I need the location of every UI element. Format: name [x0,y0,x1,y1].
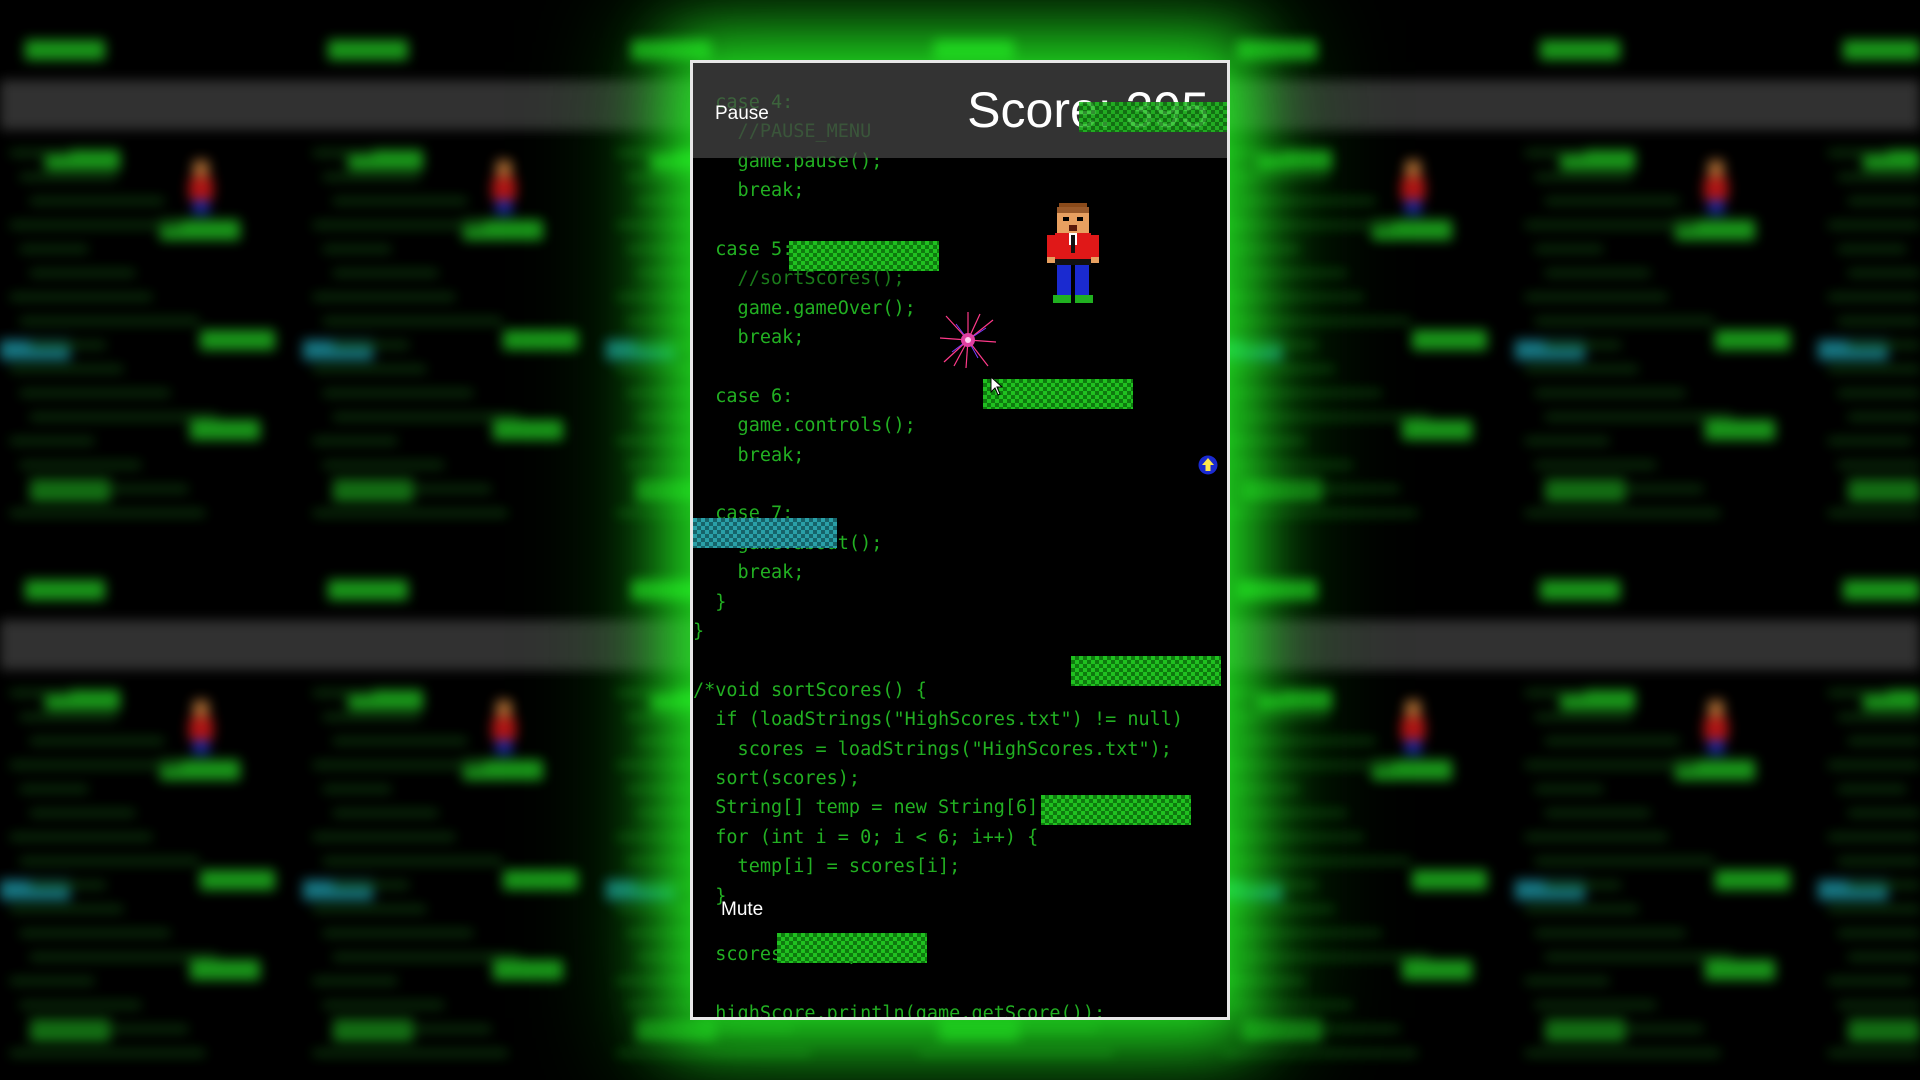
code-line: highScore.println(game.getScore()); [693,1003,1106,1020]
background-tile [0,540,303,1080]
code-line: if (loadStrings("HighScores.txt") != nul… [693,709,1184,731]
code-line: break; [693,562,805,584]
background-tile [0,0,303,540]
code-line: break; [693,444,805,466]
code-background: case 4: //PAUSE_MENU game.pause(); break… [693,88,1184,1020]
code-line: temp[i] = scores[i]; [693,856,961,878]
background-tile [1818,0,1920,540]
background-tile [1515,0,1818,540]
platform-cyan [693,518,837,548]
spark-burst-icon [939,312,997,369]
code-line: } [693,591,727,613]
platform [1041,795,1191,825]
code-line: sort(scores); [693,767,861,789]
boy-character-icon [1047,203,1099,303]
pause-button[interactable]: Pause [715,103,769,125]
platform [1079,102,1227,132]
background-tile [1818,540,1920,1080]
background-tile [1515,540,1818,1080]
background-tile [1212,0,1515,540]
background-tile [303,0,606,540]
up-arrow-powerup-icon [1198,455,1218,475]
platform [777,933,927,963]
code-line: break; [693,180,805,202]
platform [789,241,939,271]
platform [1071,656,1221,686]
background-tile [1212,540,1515,1080]
game-frame[interactable]: case 4: //PAUSE_MENU game.pause(); break… [690,60,1230,1020]
code-line: scores = temp; [715,944,871,966]
code-line: scores = loadStrings("HighScores.txt"); [693,738,1172,760]
code-line: for (int i = 0; i < 6; i++) { [693,826,1039,848]
code-line: game.controls(); [693,415,916,437]
background-tile [303,540,606,1080]
platform [983,379,1133,409]
code-line: } [693,621,705,643]
mute-button[interactable]: Mute [721,899,763,921]
mouse-pointer-icon [990,376,1004,396]
code-line: } [693,885,727,907]
